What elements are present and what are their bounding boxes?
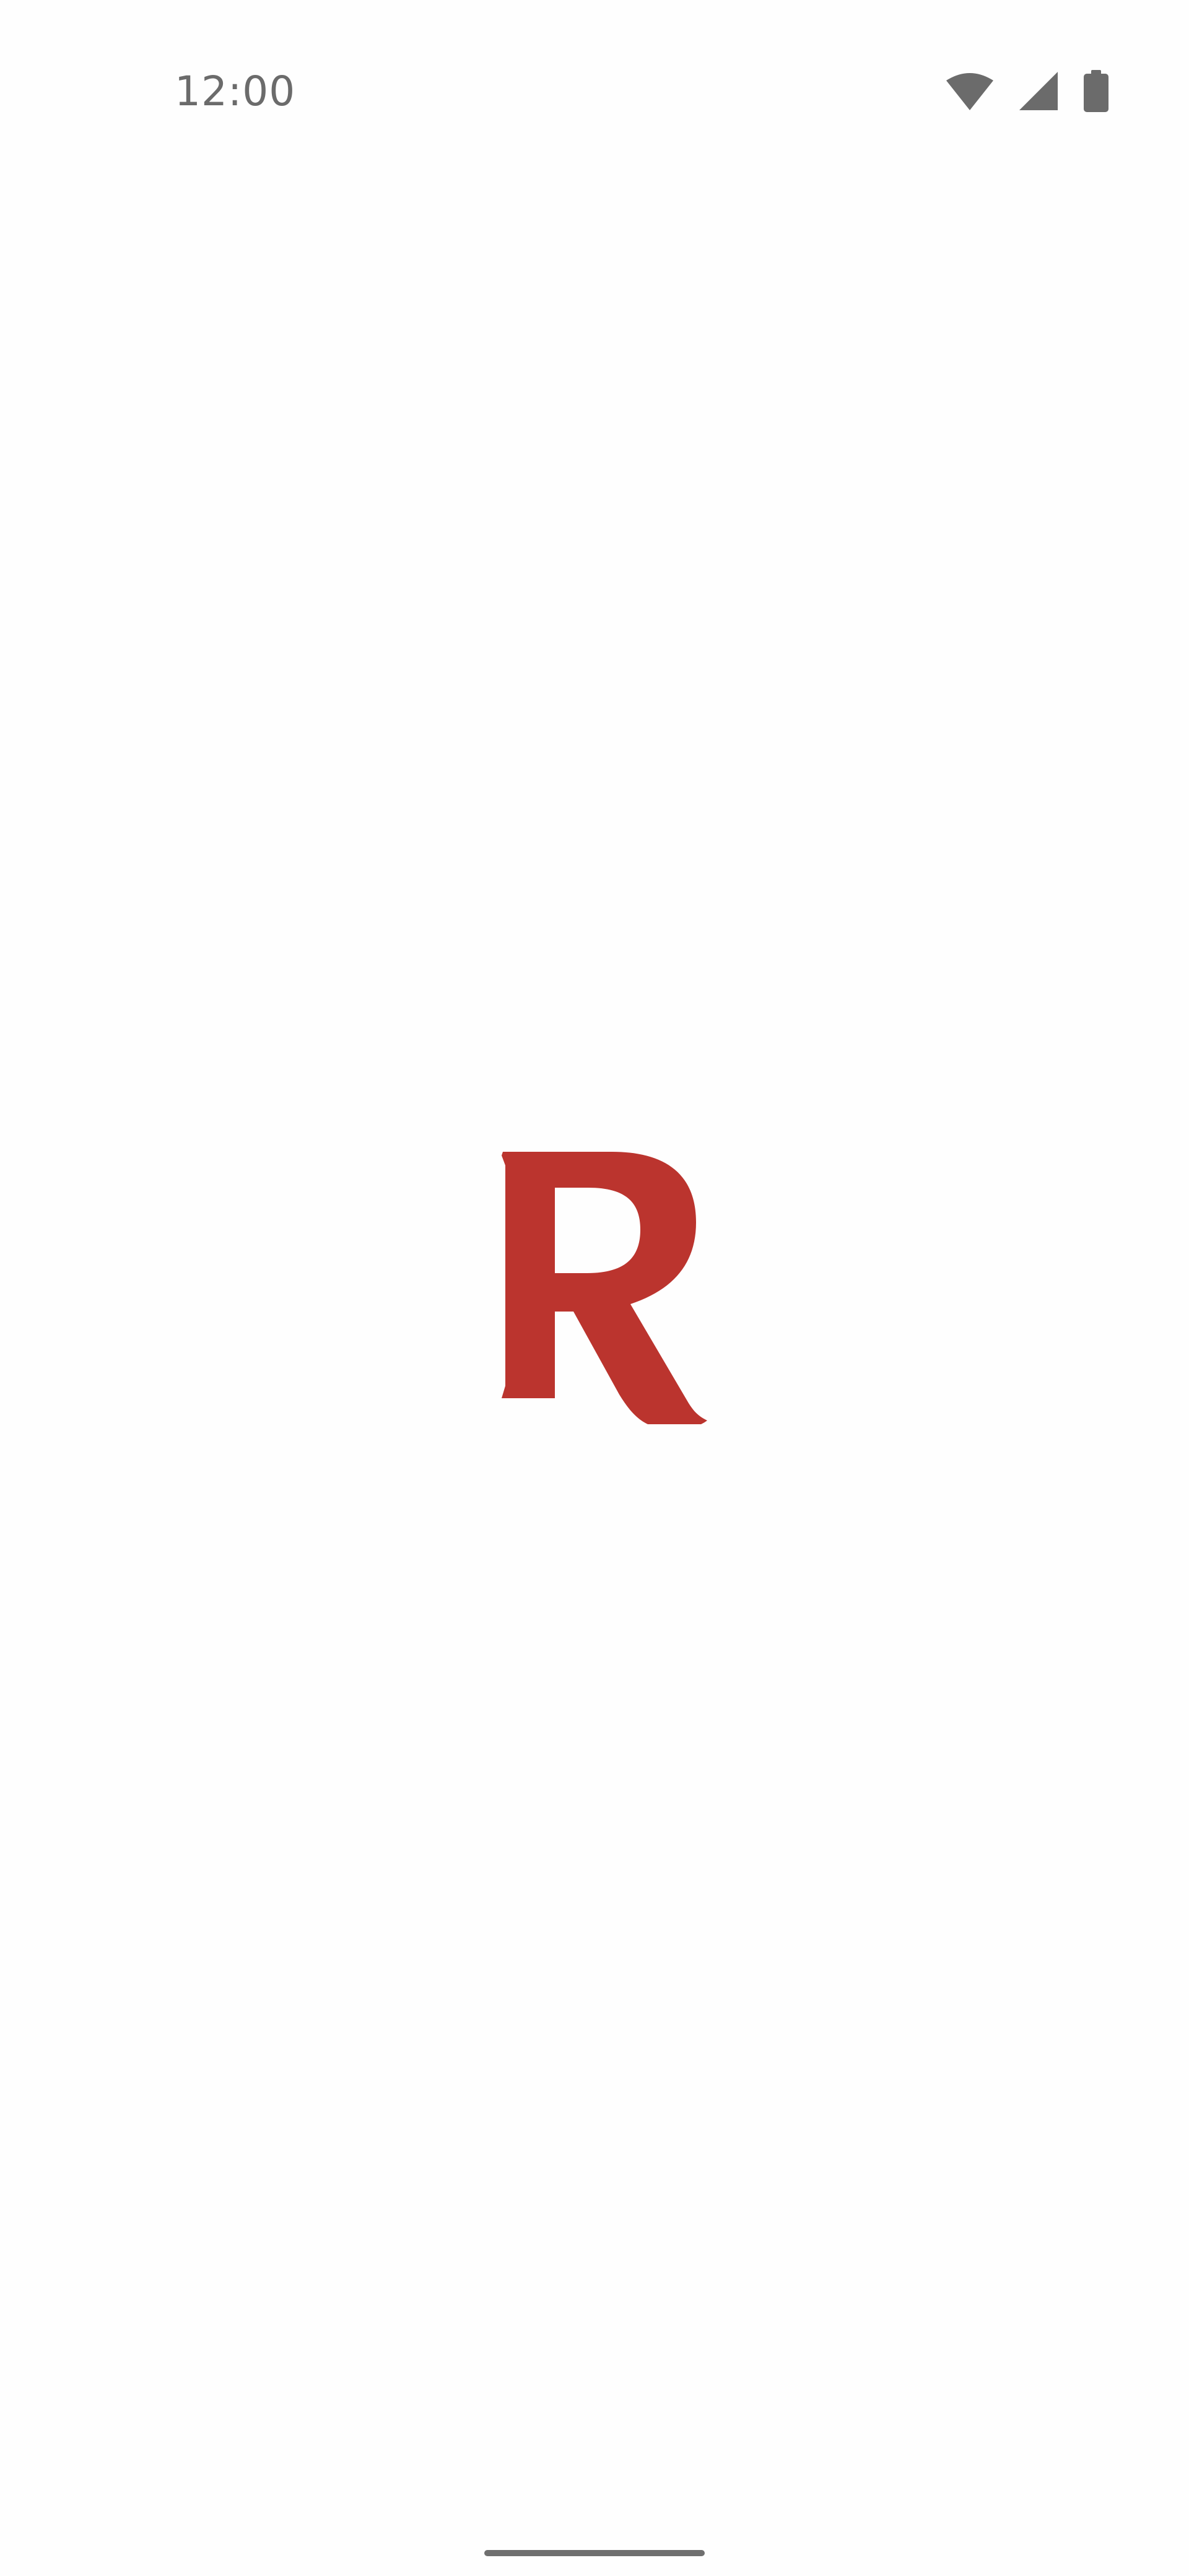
status-icons bbox=[946, 69, 1108, 113]
status-clock: 12:00 bbox=[175, 67, 296, 115]
wifi-icon bbox=[946, 72, 993, 110]
cell-signal-icon bbox=[1019, 72, 1058, 110]
app-logo bbox=[502, 1152, 712, 1430]
home-indicator[interactable] bbox=[484, 2550, 705, 2556]
battery-icon bbox=[1084, 70, 1108, 112]
status-bar: 12:00 bbox=[0, 0, 1189, 180]
